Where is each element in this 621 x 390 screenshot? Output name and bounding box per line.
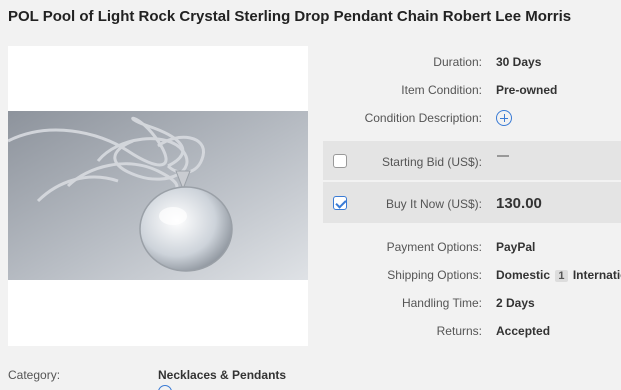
shipping-domestic-count-badge: 1 [555, 270, 568, 282]
duration-label: Duration: [433, 55, 482, 69]
returns-label: Returns: [436, 324, 482, 338]
duration-value: 30 Days [496, 55, 542, 69]
condition-description-label: Condition Description: [364, 111, 482, 125]
payment-options-value: PayPal [496, 240, 536, 254]
category-label: Category: [8, 368, 61, 382]
listing-title: POL Pool of Light Rock Crystal Sterling … [8, 8, 572, 25]
handling-time-label: Handling Time: [401, 296, 482, 310]
buy-it-now-label: Buy It Now (US$): [385, 197, 482, 211]
handling-time-value: 2 Days [496, 296, 535, 310]
buy-it-now-checkbox[interactable] [333, 196, 347, 210]
returns-value: Accepted [496, 324, 551, 338]
product-photo[interactable] [8, 111, 308, 280]
add-condition-description-icon[interactable] [496, 110, 512, 126]
item-condition-value: Pre-owned [496, 83, 558, 97]
shipping-international: International [572, 268, 621, 282]
shipping-options-value: Domestic 1 International [496, 268, 621, 282]
shipping-options-label: Shipping Options: [387, 268, 482, 282]
payment-options-label: Payment Options: [386, 240, 482, 254]
shipping-domestic: Domestic [496, 268, 551, 282]
starting-bid-checkbox[interactable] [333, 154, 347, 168]
item-condition-label: Item Condition: [401, 83, 482, 97]
category-edit-icon[interactable] [158, 385, 172, 390]
starting-bid-label: Starting Bid (US$): [381, 155, 482, 169]
category-value: Necklaces & Pendants [158, 368, 287, 382]
starting-bid-empty-dash [497, 155, 509, 157]
photo-panel [8, 46, 308, 346]
buy-it-now-price[interactable]: 130.00 [496, 195, 542, 212]
